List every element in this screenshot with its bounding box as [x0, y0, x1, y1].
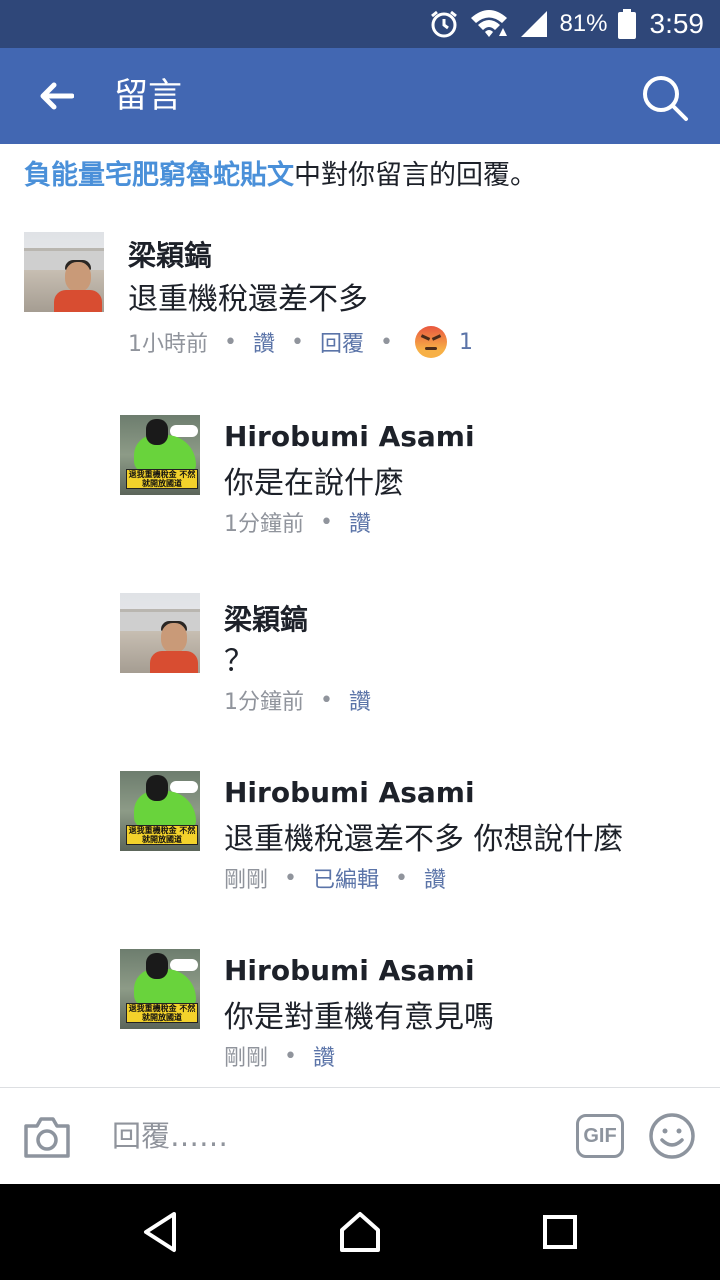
reply-button[interactable]: 回覆 — [320, 326, 364, 358]
back-button[interactable] — [32, 74, 80, 118]
comment-time: 剛剛 — [224, 1046, 269, 1071]
nav-back-button[interactable] — [136, 1208, 184, 1256]
separator-dot: • — [320, 509, 333, 535]
search-button[interactable] — [640, 74, 690, 122]
camera-icon — [24, 1117, 70, 1158]
navigation-bar — [0, 1184, 720, 1280]
comment-meta: 1分鐘前 • 讚 — [224, 504, 371, 540]
comment-author[interactable]: 梁穎鎬 — [128, 234, 212, 274]
avatar[interactable] — [120, 593, 200, 673]
angry-reaction-icon — [414, 326, 447, 358]
comment-text: ？ — [224, 644, 254, 679]
separator-dot: • — [320, 687, 333, 713]
reply-input[interactable] — [112, 1114, 552, 1158]
wifi-icon — [469, 8, 509, 40]
page-title: 留言 — [114, 76, 182, 116]
comment-author[interactable]: Hirobumi Asami — [224, 420, 475, 453]
separator-dot: • — [380, 329, 393, 355]
comment-meta: 剛剛 • 已編輯 • 讚 — [224, 860, 446, 896]
avatar[interactable] — [24, 232, 104, 312]
context-suffix: 中對你留言的回覆。 — [294, 160, 537, 191]
separator-dot: • — [395, 865, 408, 891]
like-button[interactable]: 讚 — [313, 1040, 335, 1072]
separator-dot: • — [284, 1043, 297, 1069]
comment-text: 退重機稅還差不多 你想說什麼 — [224, 822, 624, 857]
emoji-button[interactable] — [648, 1112, 696, 1160]
avatar-banner: 退我重機稅金 不然就開放國道 — [126, 825, 198, 845]
reply-composer: GIF — [0, 1087, 720, 1184]
battery-percent: 81% — [559, 10, 608, 37]
reply-comment: 梁穎鎬 ？ 1分鐘前 • 讚 — [0, 590, 720, 730]
emoji-icon — [649, 1113, 695, 1159]
battery-icon — [617, 9, 636, 39]
reply-comment: 退我重機稅金 不然就開放國道 Hirobumi Asami 你是在說什麼 1分鐘… — [0, 412, 720, 552]
recents-square-icon — [543, 1215, 577, 1249]
comment-author[interactable]: Hirobumi Asami — [224, 776, 475, 809]
signal-icon — [519, 9, 549, 39]
context-line: 負能量宅肥窮魯蛇貼文中對你留言的回覆。 — [24, 156, 537, 196]
gif-button[interactable]: GIF — [576, 1114, 624, 1158]
status-bar: 81% 3:59 — [0, 0, 720, 48]
reply-comment: 退我重機稅金 不然就開放國道 Hirobumi Asami 你是對重機有意見嗎 … — [0, 946, 720, 1076]
comment-meta: 1小時前 • 讚 • 回覆 • 1 — [128, 324, 473, 360]
app-bar: 留言 — [0, 48, 720, 144]
avatar[interactable]: 退我重機稅金 不然就開放國道 — [120, 415, 200, 495]
comment-meta: 剛剛 • 讚 — [224, 1038, 335, 1074]
reply-comment: 退我重機稅金 不然就開放國道 Hirobumi Asami 退重機稅還差不多 你… — [0, 768, 720, 908]
comment-text: 你是對重機有意見嗎 — [224, 1000, 494, 1035]
avatar-banner: 退我重機稅金 不然就開放國道 — [126, 1003, 198, 1023]
like-button[interactable]: 讚 — [253, 326, 275, 358]
post-link[interactable]: 負能量宅肥窮魯蛇貼文 — [24, 160, 294, 191]
reaction-summary[interactable]: 1 — [414, 326, 473, 358]
status-bar-right: 81% 3:59 — [429, 0, 704, 48]
separator-dot: • — [224, 329, 237, 355]
alarm-icon — [429, 9, 459, 39]
comment-author[interactable]: Hirobumi Asami — [224, 954, 475, 987]
comment: 梁穎鎬 退重機稅還差不多 1小時前 • 讚 • 回覆 • 1 — [0, 230, 720, 370]
comment-author[interactable]: 梁穎鎬 — [224, 598, 308, 638]
avatar-banner: 退我重機稅金 不然就開放國道 — [126, 469, 198, 489]
back-triangle-icon — [144, 1212, 176, 1252]
nav-recents-button[interactable] — [536, 1208, 584, 1256]
search-icon — [643, 76, 688, 121]
back-arrow-icon — [40, 82, 74, 110]
comment-time: 1分鐘前 — [224, 512, 304, 537]
like-button[interactable]: 讚 — [349, 684, 371, 716]
comment-time: 1小時前 — [128, 332, 208, 357]
avatar[interactable]: 退我重機稅金 不然就開放國道 — [120, 949, 200, 1029]
reaction-count: 1 — [458, 329, 473, 355]
edited-label[interactable]: 已編輯 — [313, 862, 379, 894]
comment-text: 退重機稅還差不多 — [128, 282, 368, 317]
camera-button[interactable] — [22, 1114, 72, 1160]
clock: 3:59 — [649, 8, 705, 39]
home-icon — [340, 1212, 380, 1252]
comment-meta: 1分鐘前 • 讚 — [224, 682, 371, 718]
separator-dot: • — [284, 865, 297, 891]
comment-time: 剛剛 — [224, 868, 269, 893]
nav-home-button[interactable] — [336, 1208, 384, 1256]
like-button[interactable]: 讚 — [349, 506, 371, 538]
comment-text: 你是在說什麼 — [224, 466, 404, 501]
avatar[interactable]: 退我重機稅金 不然就開放國道 — [120, 771, 200, 851]
comment-time: 1分鐘前 — [224, 690, 304, 715]
like-button[interactable]: 讚 — [424, 862, 446, 894]
separator-dot: • — [291, 329, 304, 355]
